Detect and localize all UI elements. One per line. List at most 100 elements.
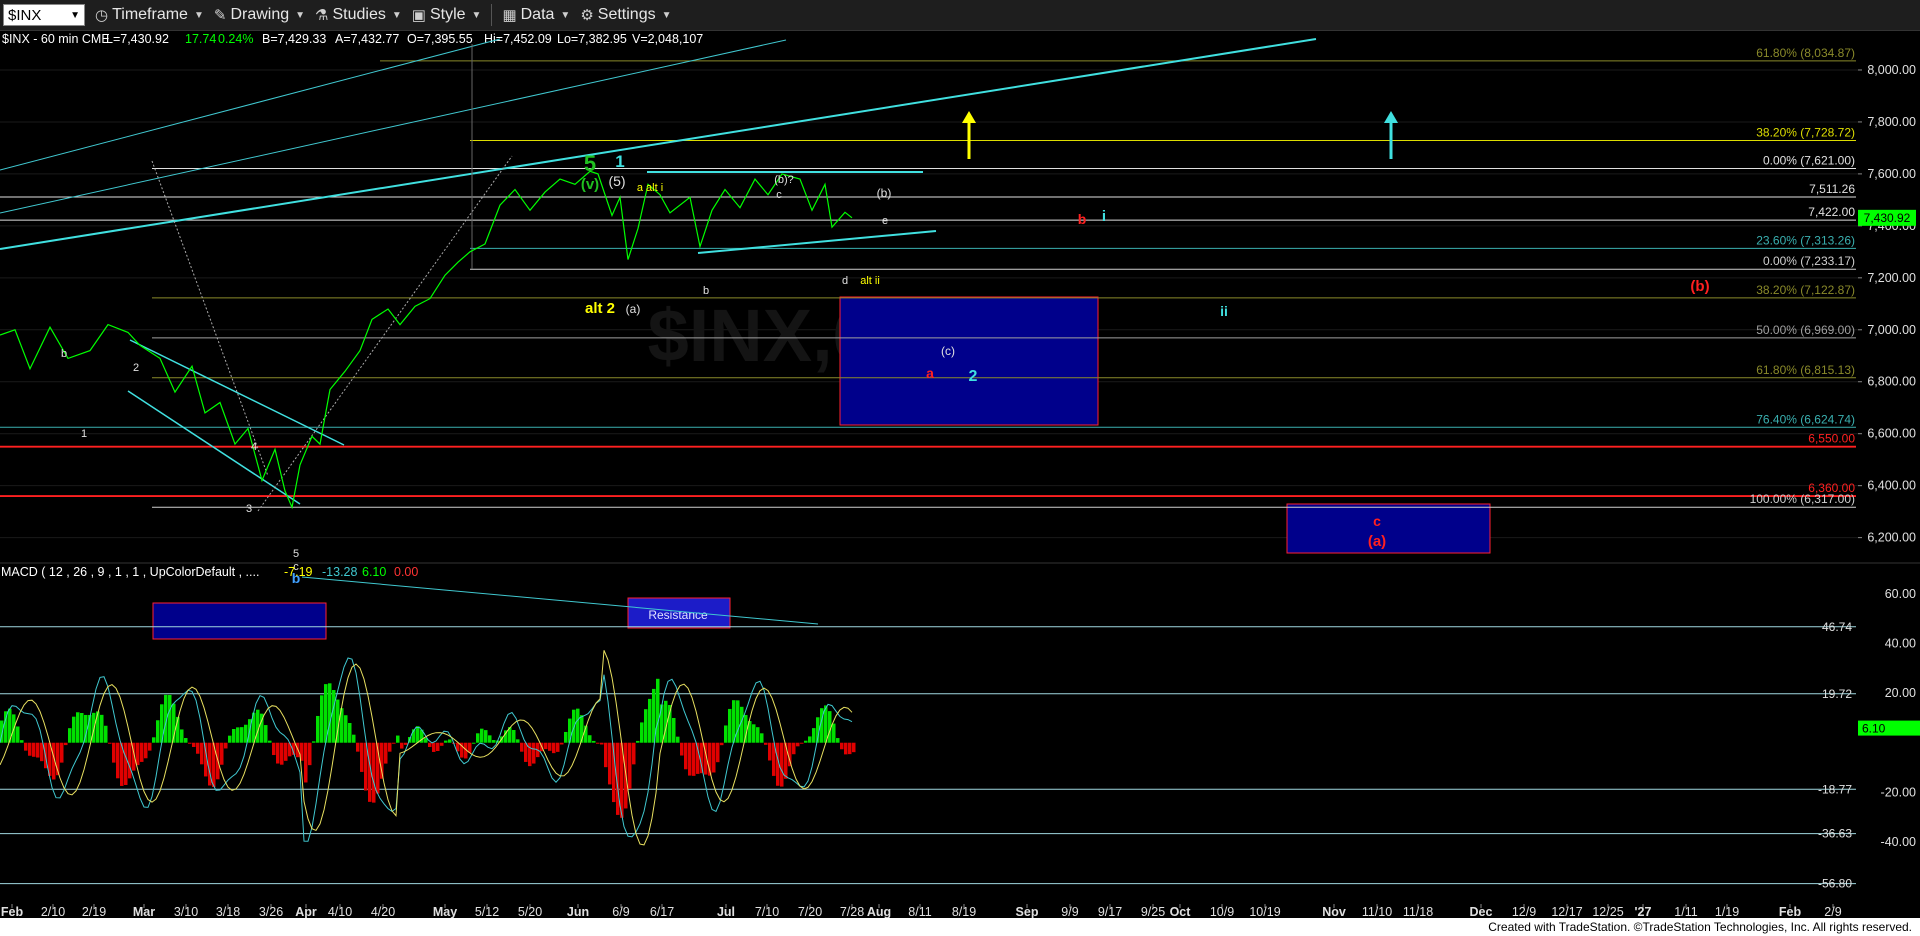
fib-level-label: 0.00% (7,621.00) bbox=[1763, 153, 1855, 167]
macd-histogram-bar bbox=[280, 742, 284, 765]
footer: Created with TradeStation. ©TradeStation… bbox=[0, 918, 1920, 936]
fib-level-label: 38.20% (7,728.72) bbox=[1756, 125, 1855, 139]
wave-label: ii bbox=[1220, 303, 1228, 319]
macd-level-label: -56.80 bbox=[1818, 877, 1852, 891]
style-button[interactable]: ▣ Style ▼ bbox=[412, 6, 482, 24]
caret-down-icon: ▼ bbox=[661, 9, 672, 21]
macd-histogram-bar bbox=[180, 729, 184, 743]
drawing-button[interactable]: ✎ Drawing ▼ bbox=[214, 6, 305, 24]
time-tick-label: 3/18 bbox=[216, 905, 240, 918]
macd-histogram-bar bbox=[812, 728, 816, 743]
target-box-c bbox=[839, 296, 1099, 426]
macd-histogram-bar bbox=[372, 742, 376, 803]
time-tick-label: 2/19 bbox=[82, 905, 106, 918]
macd-histogram-bar bbox=[684, 742, 688, 770]
timeframe-button[interactable]: ◷ Timeframe ▼ bbox=[95, 6, 204, 24]
time-tick-label: 9/9 bbox=[1061, 905, 1078, 918]
data-button[interactable]: ▦ Data ▼ bbox=[502, 6, 570, 24]
macd-histogram-bar bbox=[756, 727, 760, 743]
macd-histogram-bar bbox=[680, 742, 684, 756]
fib-level-label: 76.40% (6,624.74) bbox=[1756, 412, 1855, 426]
macd-level-label: 46.74 bbox=[1822, 620, 1852, 634]
time-tick-label: 6/17 bbox=[650, 905, 674, 918]
time-tick-label: Oct bbox=[1170, 905, 1192, 918]
wave-label: b bbox=[1078, 211, 1087, 227]
fib-level-label: 100.00% (6,317.00) bbox=[1750, 492, 1855, 506]
price-chart[interactable]: $INX,60Min $INX - 60 min CME L=7,430.92 … bbox=[0, 31, 1920, 918]
wave-label: (c) bbox=[941, 344, 955, 358]
time-tick-label: Jul bbox=[717, 905, 735, 918]
macd-histogram-bar bbox=[520, 742, 524, 752]
wave-label: (5) bbox=[608, 173, 625, 189]
macd-histogram-bar bbox=[68, 728, 72, 743]
wave-label: (b) bbox=[877, 186, 892, 200]
macd-histogram-bar bbox=[124, 742, 128, 785]
quote-low: Lo=7,382.95 bbox=[557, 32, 627, 46]
macd-histogram-bar bbox=[768, 742, 772, 761]
macd-histogram-bar bbox=[152, 737, 156, 743]
quote-volume: V=2,048,107 bbox=[632, 32, 703, 46]
macd-histogram-bar bbox=[304, 742, 308, 783]
macd-histogram-bar bbox=[404, 742, 408, 745]
macd-histogram-bar bbox=[244, 724, 248, 743]
macd-tick-label: 20.00 bbox=[1885, 686, 1916, 700]
wave-label: d bbox=[842, 275, 848, 287]
caret-down-icon: ▼ bbox=[471, 9, 482, 21]
macd-histogram-bar bbox=[444, 740, 448, 743]
macd-title: MACD ( 12 , 26 , 9 , 1 , 1 , UpColorDefa… bbox=[1, 565, 259, 579]
macd-current-marker: 6.10 bbox=[1858, 720, 1920, 736]
quote-pct: 0.24% bbox=[218, 32, 253, 46]
price-tick-label: 6,600.00 bbox=[1867, 427, 1916, 441]
flask-icon: ⚗ bbox=[315, 7, 329, 24]
macd-histogram-bar bbox=[276, 742, 280, 764]
macd-histogram-bar bbox=[72, 716, 76, 743]
time-tick-label: 9/25 bbox=[1141, 905, 1165, 918]
wave-label: alt ii bbox=[860, 275, 880, 287]
macd-histogram-bar bbox=[428, 742, 432, 747]
macd-histogram-bar bbox=[804, 740, 808, 743]
time-tick-label: 3/26 bbox=[259, 905, 283, 918]
settings-button[interactable]: ⚙ Settings ▼ bbox=[580, 6, 671, 24]
wave-label: b bbox=[61, 348, 67, 360]
macd-histogram-bar bbox=[468, 742, 472, 753]
time-tick-label: 5/20 bbox=[518, 905, 542, 918]
wave-label: alt 2 bbox=[585, 300, 615, 317]
time-tick-label: 2/10 bbox=[41, 905, 65, 918]
macd-histogram-bar bbox=[112, 742, 116, 763]
macd-histogram-bar bbox=[720, 742, 724, 746]
macd-value-4: 0.00 bbox=[394, 565, 418, 579]
macd-axis: 60.00 40.00 20.00 -20.00 -40.00 bbox=[1858, 574, 1920, 904]
macd-histogram-bar bbox=[384, 742, 388, 764]
price-tick-label: 6,400.00 bbox=[1867, 479, 1916, 493]
macd-histogram-bar bbox=[76, 712, 80, 743]
macd-histogram-bar bbox=[692, 742, 696, 776]
macd-histogram-bar bbox=[400, 742, 404, 749]
style-label: Style bbox=[429, 6, 466, 23]
macd-histogram-bar bbox=[308, 742, 312, 766]
macd-histogram-bar bbox=[840, 742, 844, 750]
macd-histogram-bar bbox=[592, 740, 596, 743]
macd-histogram-bar bbox=[348, 723, 352, 743]
macd-histogram-bar bbox=[316, 715, 320, 743]
wave-label: 4 bbox=[251, 441, 257, 453]
time-tick-label: 4/10 bbox=[328, 905, 352, 918]
symbol-selector[interactable]: $INX ▼ bbox=[3, 4, 85, 26]
macd-support-box bbox=[152, 602, 327, 640]
wave-label: c bbox=[776, 189, 782, 201]
macd-histogram-bar bbox=[392, 742, 396, 744]
macd-histogram-bar bbox=[20, 740, 24, 743]
time-tick-label: Jun bbox=[567, 905, 589, 918]
fib-level-label: 61.80% (6,815.13) bbox=[1756, 363, 1855, 377]
macd-histogram-bar bbox=[636, 740, 640, 743]
time-tick-label: 1/11 bbox=[1674, 905, 1697, 918]
quote-header: $INX - 60 min CME L=7,430.92 17.74 0.24%… bbox=[2, 32, 703, 46]
time-tick-label: Feb bbox=[1779, 905, 1802, 918]
wave-label: b bbox=[703, 285, 709, 297]
macd-histogram-bar bbox=[760, 733, 764, 743]
time-tick-label: 12/25 bbox=[1592, 905, 1623, 918]
macd-histogram-bar bbox=[312, 741, 316, 743]
macd-histogram-bar bbox=[764, 742, 768, 745]
macd-tick-label: 60.00 bbox=[1885, 587, 1916, 601]
macd-histogram-bar bbox=[604, 742, 608, 768]
studies-button[interactable]: ⚗ Studies ▼ bbox=[315, 6, 402, 24]
